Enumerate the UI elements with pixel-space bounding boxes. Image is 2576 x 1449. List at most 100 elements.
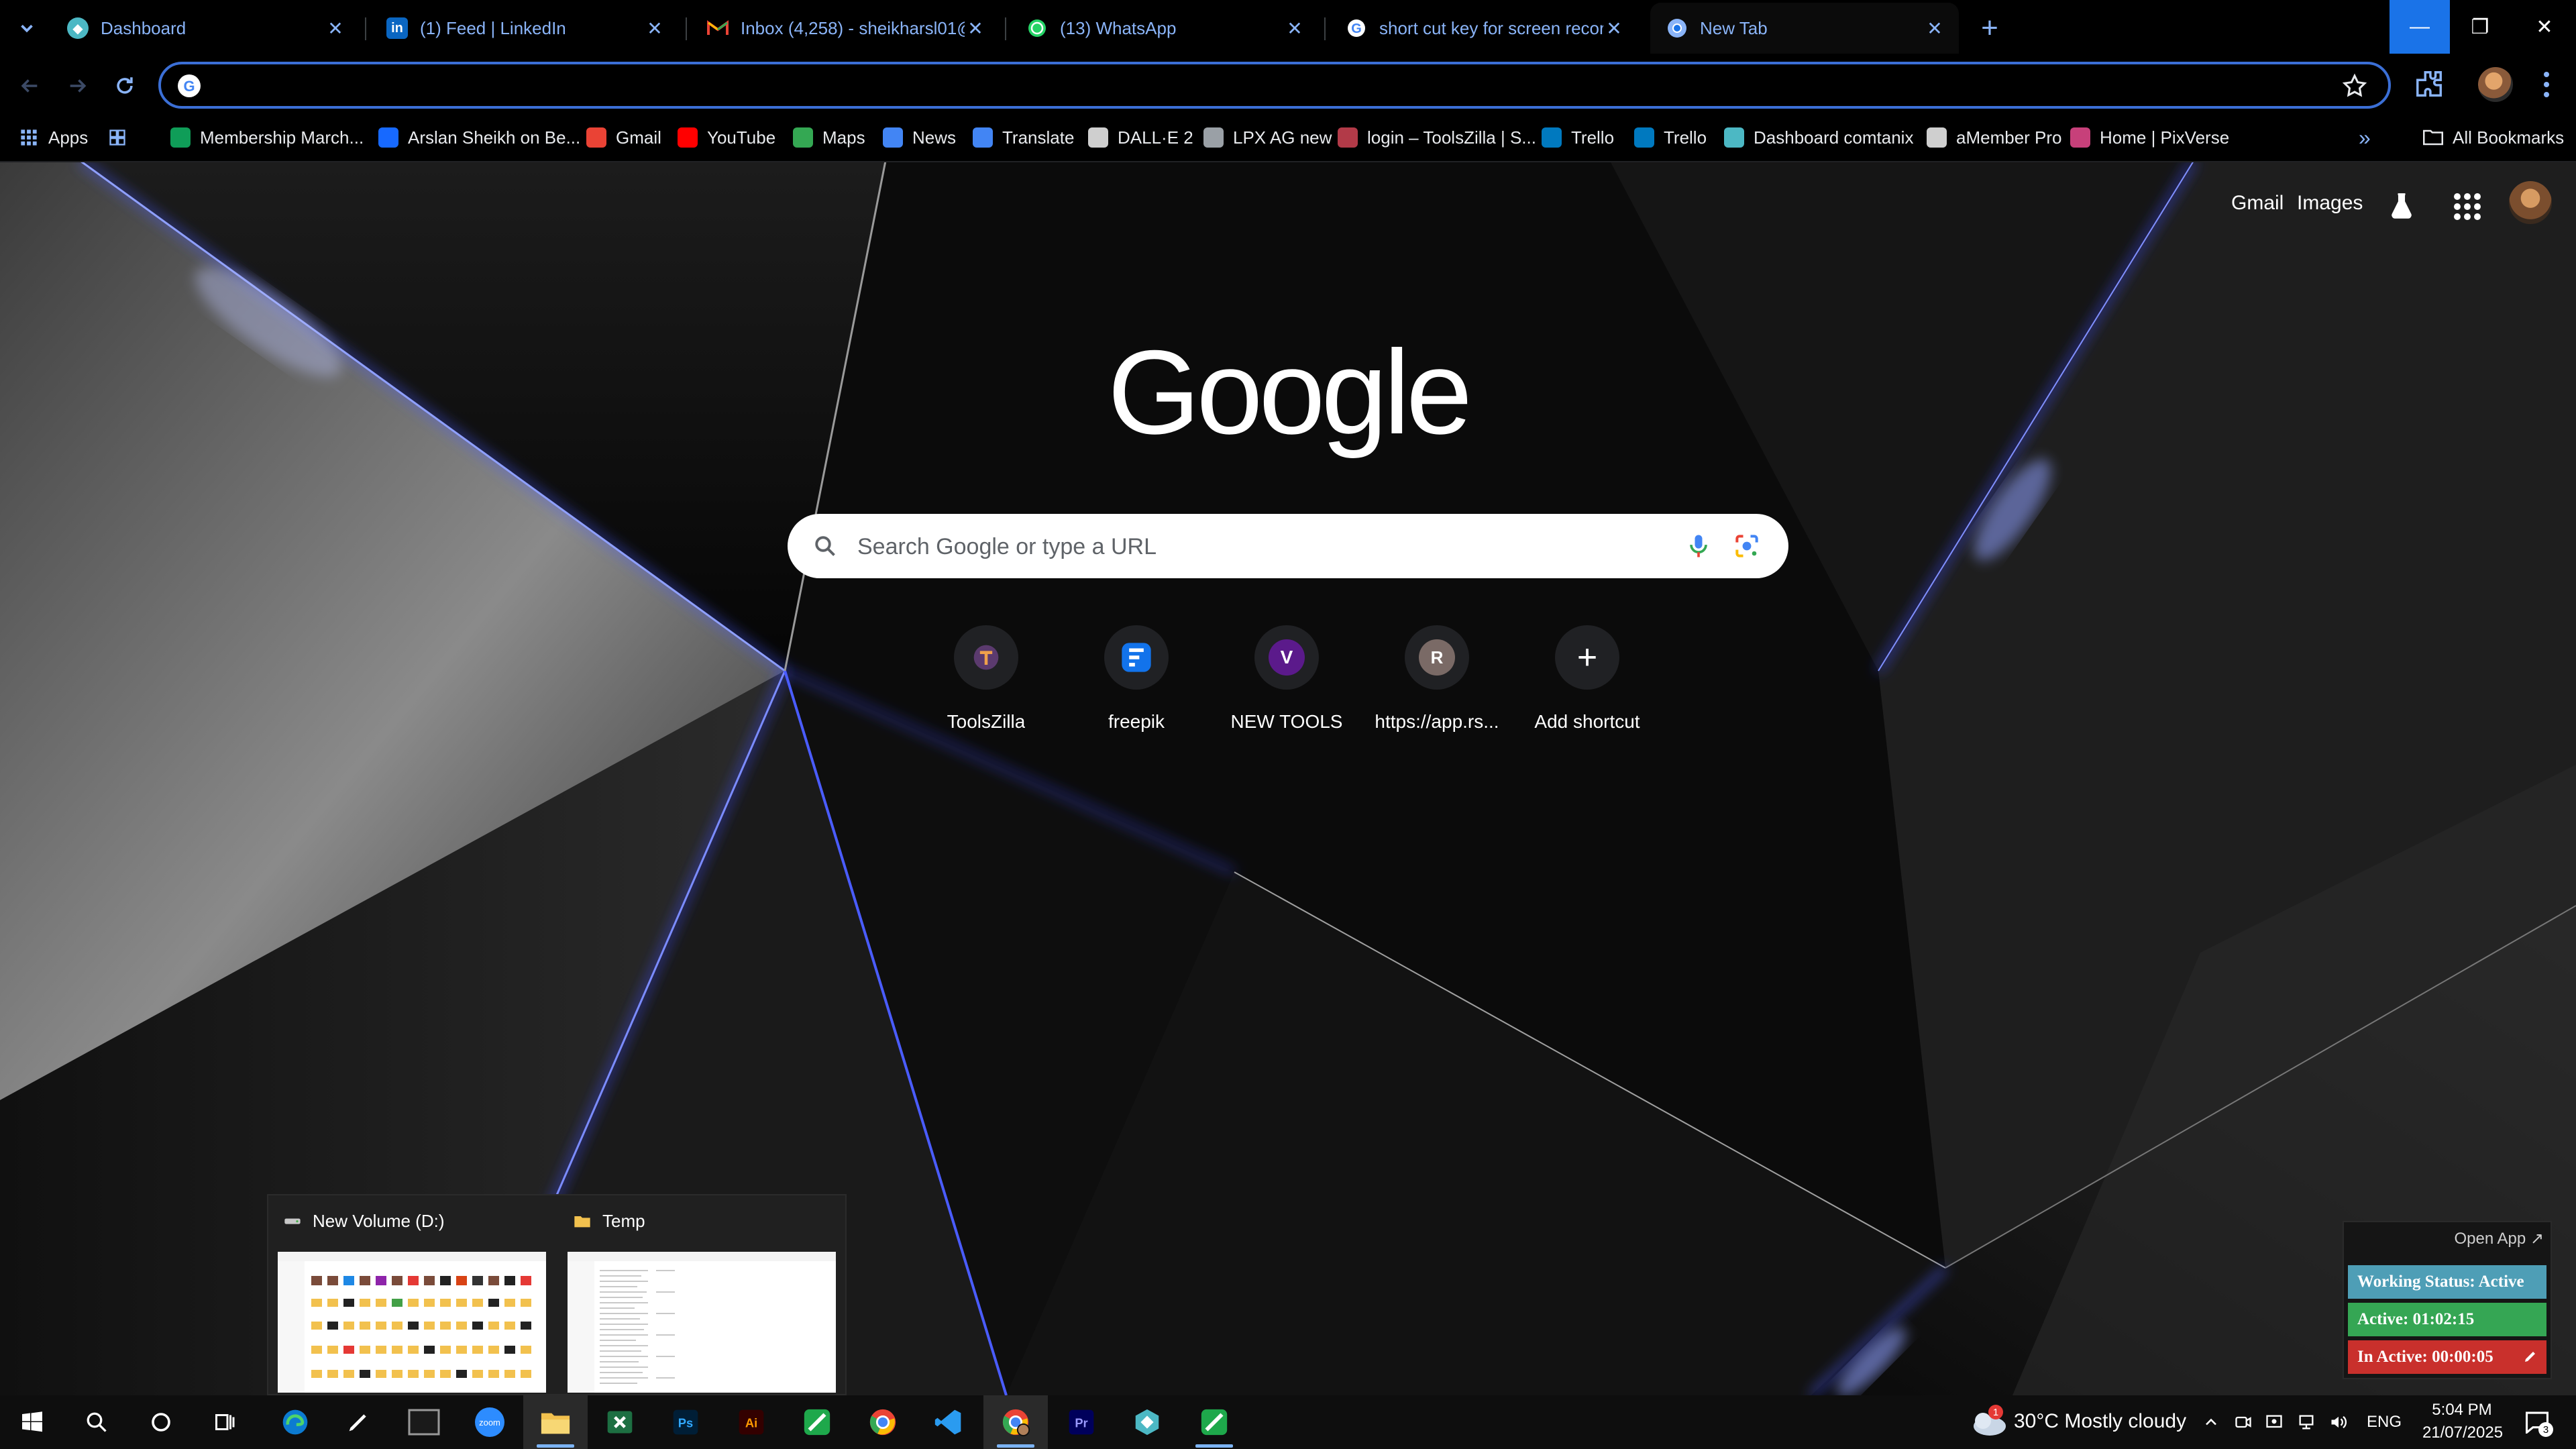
cortana-button[interactable]	[129, 1395, 193, 1449]
start-button[interactable]	[0, 1395, 64, 1449]
tray-app[interactable]	[2261, 1409, 2288, 1436]
notifications-button[interactable]: 3	[2517, 1409, 2557, 1437]
bookmark-item[interactable]: Dashboard comtanix	[1724, 122, 1913, 153]
bookmark-item[interactable]: login – ToolsZilla | S...	[1338, 122, 1536, 153]
taskbar-terminal[interactable]	[392, 1395, 456, 1449]
bookmark-item[interactable]: Apps	[19, 122, 88, 153]
bookmark-item[interactable]: DALL·E 2	[1088, 122, 1193, 153]
all-bookmarks-button[interactable]: All Bookmarks	[2423, 122, 2564, 153]
forward-button[interactable]	[62, 70, 94, 102]
tab-new-tab[interactable]: New Tab ✕	[1650, 3, 1959, 54]
taskbar-photoshop[interactable]: Ps	[653, 1395, 718, 1449]
tray-network[interactable]	[2293, 1409, 2320, 1436]
bookmark-item[interactable]: Home | PixVerse	[2070, 122, 2229, 153]
close-tab-icon[interactable]: ✕	[965, 17, 986, 39]
task-view-button[interactable]	[193, 1395, 258, 1449]
letter-v-icon: V	[1254, 625, 1319, 690]
google-apps-icon[interactable]	[2451, 191, 2481, 220]
thumbnail-temp[interactable]: Temp	[568, 1206, 839, 1393]
close-tab-icon[interactable]: ✕	[1924, 17, 1945, 39]
bookmark-item[interactable]	[107, 122, 137, 153]
tray-volume[interactable]	[2325, 1409, 2352, 1436]
profile-avatar-button[interactable]	[2478, 67, 2513, 102]
bookmark-item[interactable]: YouTube	[678, 122, 775, 153]
taskbar-excel[interactable]	[588, 1395, 652, 1449]
bookmark-item[interactable]: Trello	[1542, 122, 1614, 153]
bookmark-item[interactable]: Arslan Sheikh on Be...	[378, 122, 580, 153]
drive-icon	[284, 1218, 301, 1224]
windows-start-icon	[22, 1411, 42, 1432]
taskbar-chrome[interactable]	[851, 1395, 915, 1449]
taskbar-green-app-2[interactable]	[1182, 1395, 1246, 1449]
weather-text[interactable]: 30°C Mostly cloudy	[2014, 1410, 2186, 1433]
close-tab-icon[interactable]: ✕	[644, 17, 665, 39]
bookmark-item[interactable]: Gmail	[586, 122, 661, 153]
taskbar-edge[interactable]	[263, 1395, 327, 1449]
taskbar-illustrator[interactable]: Ai	[719, 1395, 784, 1449]
show-hidden-icons-button[interactable]	[2198, 1409, 2224, 1436]
taskbar-zoom[interactable]: zoom	[458, 1395, 522, 1449]
new-tab-button[interactable]: +	[1974, 11, 2006, 44]
back-button[interactable]	[13, 70, 46, 102]
more-bookmarks-button[interactable]: »	[2359, 122, 2371, 153]
tab-gmail[interactable]: Inbox (4,258) - sheikharsl01@gmail.com ✕	[691, 3, 1000, 54]
taskbar-green-app[interactable]	[785, 1395, 849, 1449]
labs-flask-icon[interactable]	[2387, 191, 2416, 220]
tab-whatsapp[interactable]: (13) WhatsApp ✕	[1010, 3, 1319, 54]
gmail-link[interactable]: Gmail	[2231, 192, 2284, 215]
bookmark-item[interactable]: aMember Pro	[1927, 122, 2062, 153]
green-app-icon	[804, 1409, 830, 1436]
shortcut-tile[interactable]: V NEW TOOLS	[1212, 621, 1362, 742]
address-bar[interactable]: G	[158, 62, 2391, 109]
taskbar-file-explorer[interactable]	[523, 1395, 588, 1449]
close-tab-icon[interactable]: ✕	[1603, 17, 1625, 39]
minimize-icon: —	[2410, 15, 2430, 38]
search-input[interactable]	[856, 529, 1664, 565]
bookmark-item[interactable]: Trello	[1634, 122, 1707, 153]
bookmark-item[interactable]: Maps	[793, 122, 865, 153]
minimize-button[interactable]: —	[2390, 0, 2450, 54]
bookmark-item[interactable]: LPX AG new	[1203, 122, 1332, 153]
shortcut-tile[interactable]: Rhttps://app.rs...	[1362, 621, 1512, 742]
microphone-icon[interactable]	[1684, 531, 1713, 561]
browser-menu-button[interactable]	[2533, 67, 2560, 102]
taskbar-vscode[interactable]	[916, 1395, 981, 1449]
star-bookmark-icon[interactable]	[2341, 72, 2368, 99]
restore-button[interactable]: ❐	[2450, 0, 2510, 54]
tab-dashboard[interactable]: ◆ Dashboard ✕	[51, 3, 360, 54]
taskbar-search-button[interactable]	[64, 1395, 129, 1449]
extensions-icon[interactable]	[2414, 68, 2445, 99]
google-account-avatar[interactable]	[2509, 181, 2552, 224]
reload-button[interactable]	[109, 70, 141, 102]
address-input[interactable]	[217, 71, 2300, 101]
clock-time[interactable]: 5:04 PM	[2422, 1401, 2502, 1419]
chevron-down-icon	[21, 24, 33, 33]
tray-meet-now[interactable]	[2230, 1409, 2257, 1436]
clock-date[interactable]: 21/07/2025	[2412, 1424, 2513, 1442]
bookmark-item[interactable]: Translate	[973, 122, 1074, 153]
tab-search-button[interactable]	[8, 9, 46, 47]
tab-google-search[interactable]: G short cut key for screen recording ✕	[1330, 3, 1638, 54]
input-language[interactable]: ENG	[2367, 1413, 2402, 1432]
google-search-box[interactable]	[788, 514, 1788, 578]
taskbar-diamond-app[interactable]	[1115, 1395, 1179, 1449]
pencil-icon[interactable]	[2522, 1348, 2538, 1364]
bookmark-item[interactable]: News	[883, 122, 956, 153]
premiere-icon: Pr	[1069, 1409, 1094, 1435]
shortcut-tile[interactable]: + Add shortcut	[1512, 621, 1662, 742]
close-tab-icon[interactable]: ✕	[325, 17, 346, 39]
close-tab-icon[interactable]: ✕	[1284, 17, 1305, 39]
thumbnail-new-volume[interactable]: New Volume (D:)	[278, 1206, 549, 1393]
open-app-link[interactable]: Open App ↗	[2454, 1229, 2544, 1248]
tab-linkedin[interactable]: in (1) Feed | LinkedIn ✕	[370, 3, 679, 54]
taskbar-premiere[interactable]: Pr	[1049, 1395, 1114, 1449]
images-link[interactable]: Images	[2297, 192, 2363, 215]
taskbar-pen[interactable]	[326, 1395, 390, 1449]
speaker-icon	[2331, 1415, 2347, 1429]
google-lens-icon[interactable]	[1732, 531, 1762, 561]
shortcut-tile[interactable]: freepik	[1061, 621, 1212, 742]
close-window-button[interactable]: ✕	[2514, 0, 2575, 54]
taskbar-chrome-profile[interactable]	[983, 1395, 1048, 1449]
bookmark-item[interactable]: Membership March...	[170, 122, 364, 153]
shortcut-tile[interactable]: ToolsZilla	[911, 621, 1061, 742]
